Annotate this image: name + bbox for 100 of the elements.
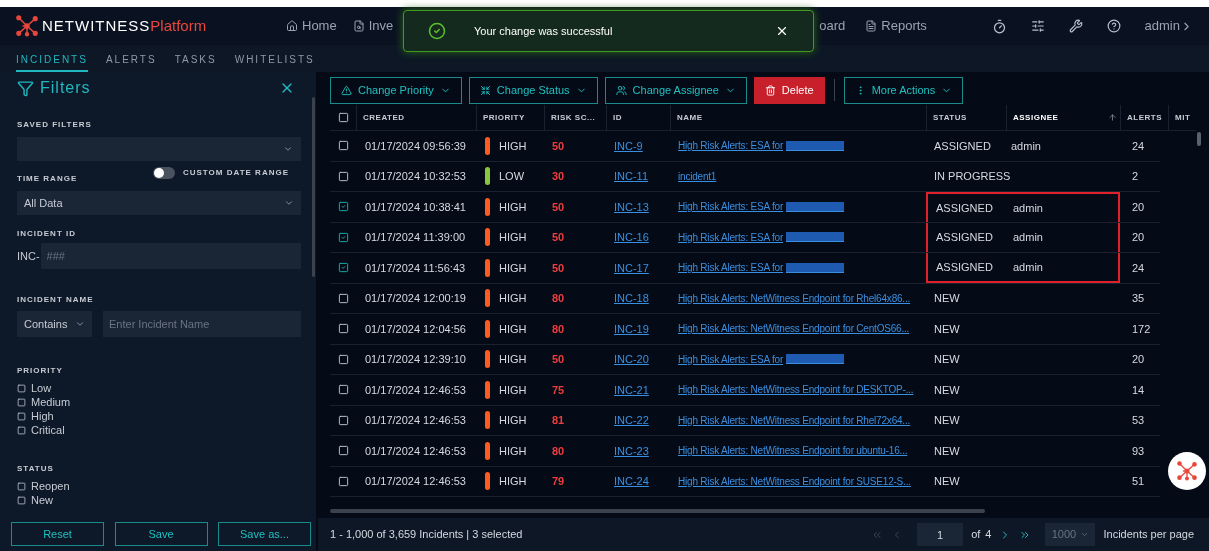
- incident-id-link[interactable]: INC-21: [606, 381, 649, 398]
- table-row[interactable]: 01/17/2024 10:32:53 LOW 30 INC-11 incident1 IN PROGRESS 2: [330, 161, 1160, 192]
- incident-id-link[interactable]: INC-16: [606, 229, 649, 246]
- incident-id-link[interactable]: INC-20: [606, 351, 649, 368]
- table-cell-text: 01/17/2024 12:00:19: [364, 291, 467, 306]
- column-header[interactable]: STATUS: [926, 105, 1006, 130]
- status-cell-text: ASSIGNED: [935, 259, 994, 275]
- incident-name-link[interactable]: High Risk Alerts: NetWitness Endpoint for Rhel64x86...: [678, 290, 911, 306]
- checkbox-option[interactable]: Reopen: [17, 479, 299, 493]
- column-header[interactable]: NAME: [670, 105, 926, 130]
- incident-id-link[interactable]: INC-23: [606, 442, 649, 459]
- nav-link[interactable]: Home: [286, 16, 337, 36]
- column-header[interactable]: CREATED: [356, 105, 476, 130]
- column-header[interactable]: PRIORITY: [476, 105, 544, 130]
- status-cell-text: ASSIGNED: [935, 200, 994, 216]
- incident-id-link[interactable]: INC-22: [606, 412, 649, 429]
- risk-score: 80: [551, 291, 566, 306]
- table-cell-text: 01/17/2024 10:32:53: [364, 169, 467, 184]
- logo-text: NETWITNESS: [42, 15, 151, 36]
- checkbox-option[interactable]: Critical: [17, 423, 299, 437]
- table-cell-text: HIGH: [499, 413, 527, 428]
- column-header[interactable]: ASSIGNEE: [1006, 105, 1120, 130]
- table-cell-text: 01/17/2024 12:04:56: [364, 321, 467, 337]
- table-cell-text: 01/17/2024 12:46:53: [364, 382, 467, 398]
- table-row[interactable]: 01/17/2024 12:04:56 HIGH 80 INC-19 High Risk Alerts: NetWitness Endpoint for CentOS66... NEW 172: [330, 314, 1160, 345]
- incident-id-link[interactable]: INC-13: [606, 198, 649, 215]
- table-cell-text: HIGH: [499, 382, 527, 398]
- table-cell-text: 172: [1131, 321, 1152, 337]
- user-menu[interactable]: admin: [1144, 16, 1193, 36]
- time-range-dropdown[interactable]: All Data: [17, 191, 301, 215]
- column-header[interactable]: ALERTS: [1120, 105, 1168, 130]
- table-cell-text: HIGH: [499, 138, 527, 154]
- incident-name-link[interactable]: High Risk Alerts: NetWitness Endpoint for DESKTOP-...: [678, 382, 914, 398]
- toolbar-button[interactable]: Change Priority: [330, 76, 462, 104]
- nav-link[interactable]: Inve: [352, 16, 394, 36]
- table-cell-text: LOW: [499, 169, 525, 184]
- toolbar-button[interactable]: Change Assignee: [604, 76, 747, 104]
- table-cell-text: 53: [1131, 413, 1146, 428]
- incident-name-link[interactable]: High Risk Alerts: NetWitness Endpoint for ubuntu-16...: [678, 443, 908, 459]
- toolbar-button[interactable]: Change Status: [468, 76, 598, 104]
- incident-name-link[interactable]: High Risk Alerts: NetWitness Endpoint for SUSE12-S...: [678, 473, 911, 489]
- page-of-label: of: [971, 527, 981, 543]
- table-cell-text: 24: [1131, 260, 1146, 276]
- checkbox-option[interactable]: Medium: [17, 395, 299, 409]
- risk-score: 81: [551, 413, 566, 428]
- incident-id-link[interactable]: INC-24: [606, 473, 649, 490]
- table-row[interactable]: 01/17/2024 09:56:39 HIGH 50 INC-9 High Risk Alerts: ESA for ASSIGNED admin 24: [330, 131, 1160, 162]
- filter-button[interactable]: Reset: [11, 522, 104, 546]
- table-row[interactable]: 01/17/2024 12:46:53 HIGH 80 INC-23 High Risk Alerts: NetWitness Endpoint for ubuntu-16... NEW 93: [330, 436, 1160, 467]
- incident-name-link[interactable]: incident1: [678, 168, 717, 184]
- incident-name-link[interactable]: High Risk Alerts: ESA for: [678, 138, 784, 154]
- column-header[interactable]: RISK SC...: [544, 105, 606, 130]
- page-number-field[interactable]: 1: [917, 523, 964, 546]
- status-cell-text: NEW: [933, 413, 961, 428]
- incident-name-link[interactable]: High Risk Alerts: NetWitness Endpoint for CentOS66...: [678, 321, 910, 337]
- table-cell-text: HIGH: [499, 321, 527, 337]
- id-prefix: INC-: [17, 248, 40, 264]
- tab[interactable]: TASKS: [174, 48, 217, 72]
- toolbar-button[interactable]: More Actions: [843, 76, 964, 104]
- column-header[interactable]: MIT: [1168, 105, 1194, 130]
- incident-id-link[interactable]: INC-19: [606, 320, 649, 337]
- incident-name-link[interactable]: High Risk Alerts: ESA for: [678, 260, 784, 276]
- table-row[interactable]: 01/17/2024 10:38:41 HIGH 50 INC-13 High Risk Alerts: ESA for ASSIGNED admin 20: [330, 192, 1160, 223]
- incident-id-link[interactable]: INC-9: [606, 137, 643, 154]
- toolbar-button[interactable]: Delete: [753, 76, 825, 104]
- table-row[interactable]: 01/17/2024 12:46:53 HIGH 79 INC-24 High Risk Alerts: NetWitness Endpoint for SUSE12-S... NEW 51: [330, 466, 1160, 497]
- incident-id-field[interactable]: ###: [40, 243, 301, 269]
- incident-name-link[interactable]: High Risk Alerts: ESA for: [678, 199, 784, 215]
- table-row[interactable]: 01/17/2024 12:46:53 HIGH 75 INC-21 High Risk Alerts: NetWitness Endpoint for DESKTOP-... NEW 14: [330, 375, 1160, 406]
- table-row[interactable]: 01/17/2024 12:46:53 HIGH 81 INC-22 High Risk Alerts: NetWitness Endpoint for Rhel72x64... NEW 53: [330, 405, 1160, 436]
- nav-link[interactable]: Reports: [865, 16, 927, 36]
- incident-name-link[interactable]: High Risk Alerts: NetWitness Endpoint for Rhel72x64...: [678, 412, 911, 428]
- tab[interactable]: ALERTS: [105, 48, 157, 72]
- table-cell-text: 01/17/2024 11:56:43: [364, 260, 467, 276]
- checkbox-option[interactable]: New: [17, 493, 299, 507]
- assignee-cell-text: admin: [1012, 200, 1044, 216]
- table-row[interactable]: 01/17/2024 11:56:43 HIGH 50 INC-17 High Risk Alerts: ESA for ASSIGNED admin 24: [330, 253, 1160, 284]
- status-cell-text: NEW: [933, 352, 961, 367]
- table-row[interactable]: 01/17/2024 11:39:00 HIGH 50 INC-16 High Risk Alerts: ESA for ASSIGNED admin 20: [330, 222, 1160, 253]
- incident-id-link[interactable]: INC-17: [606, 259, 649, 276]
- table-cell-text: 51: [1131, 474, 1146, 489]
- operator-dropdown[interactable]: Contains: [17, 311, 92, 337]
- status-cell-text: NEW: [933, 443, 961, 459]
- column-header[interactable]: ID: [606, 105, 670, 130]
- incident-name-link[interactable]: High Risk Alerts: ESA for: [678, 229, 784, 245]
- incident-name-field[interactable]: Enter Incident Name: [103, 311, 301, 337]
- filter-button[interactable]: Save as...: [218, 522, 311, 546]
- filters-title: Filters: [40, 78, 91, 98]
- table-row[interactable]: 01/17/2024 12:39:10 HIGH 50 INC-20 High Risk Alerts: ESA for NEW 20: [330, 344, 1160, 375]
- nav-link[interactable]: oard: [819, 16, 846, 36]
- checkbox-option[interactable]: Low: [17, 381, 299, 395]
- incident-id-link[interactable]: INC-11: [606, 168, 649, 185]
- checkbox-option[interactable]: High: [17, 409, 299, 423]
- table-row[interactable]: 01/17/2024 12:00:19 HIGH 80 INC-18 High Risk Alerts: NetWitness Endpoint for Rhel64x86... NEW 35: [330, 283, 1160, 314]
- field-label: INCIDENT ID: [17, 228, 77, 240]
- incident-name-link[interactable]: High Risk Alerts: ESA for: [678, 351, 784, 367]
- tab[interactable]: WHITELISTS: [234, 48, 315, 72]
- status-cell-text: NEW: [933, 321, 961, 337]
- filter-button[interactable]: Save: [114, 522, 208, 546]
- incident-id-link[interactable]: INC-18: [606, 290, 649, 307]
